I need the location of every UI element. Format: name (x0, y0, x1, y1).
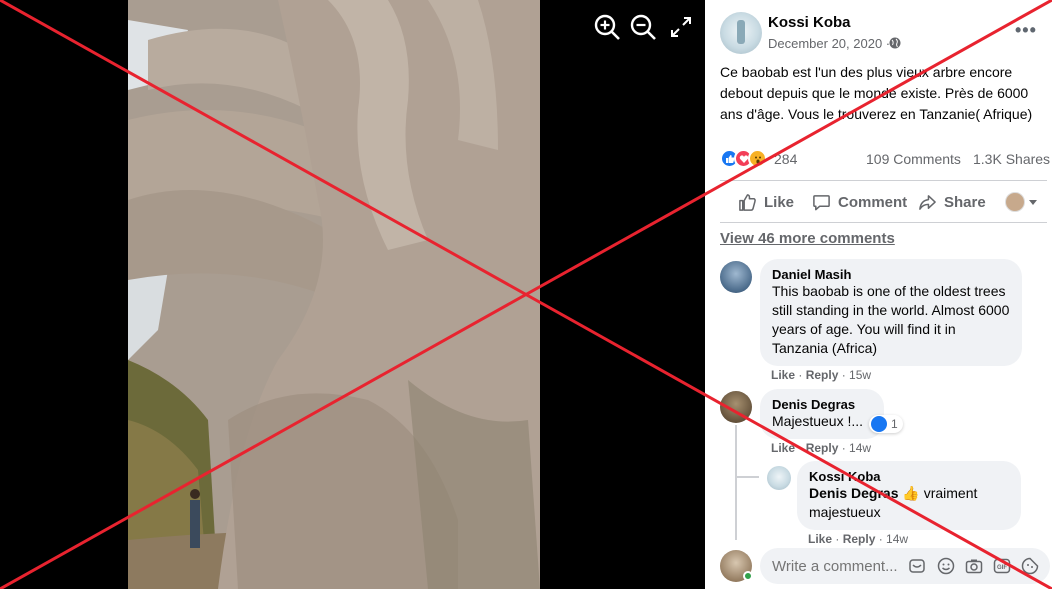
svg-text:GIF: GIF (997, 565, 1007, 571)
thumbs-up-emoji-icon: 👍 (902, 485, 920, 501)
mention-link[interactable]: Denis Degras (809, 485, 898, 501)
comment-bubble: Denis Degras Majestueux !... (760, 389, 884, 439)
post-panel: Kossi Koba December 20, 2020 · ••• Ce ba… (705, 0, 1052, 589)
commenter-avatar[interactable] (720, 391, 752, 423)
comment-like-link[interactable]: Like (771, 368, 795, 382)
like-reaction-icon (871, 416, 887, 432)
zoom-out-icon[interactable] (628, 12, 658, 42)
reaction-summary[interactable]: 284 (720, 149, 797, 168)
viewer-avatar (1005, 192, 1025, 212)
comment-time[interactable]: 14w (849, 441, 871, 455)
divider (720, 222, 1047, 223)
comments-count-link[interactable]: 109 Comments (866, 151, 961, 167)
chevron-down-icon (1029, 199, 1037, 205)
comment-input[interactable] (760, 548, 910, 584)
commenter-name[interactable]: Denis Degras (772, 397, 872, 412)
comment-composer: GIF (760, 548, 1050, 584)
thread-line (735, 476, 759, 478)
comment-time[interactable]: 15w (849, 368, 871, 382)
comment-button[interactable]: Comment (812, 190, 907, 214)
gif-icon[interactable]: GIF (993, 557, 1011, 575)
comment-button-label: Comment (838, 193, 908, 211)
camera-icon[interactable] (965, 557, 983, 575)
baobab-photo[interactable] (128, 0, 540, 589)
divider (720, 180, 1047, 181)
online-status-dot (743, 571, 753, 581)
like-button[interactable]: Like (738, 190, 794, 214)
view-more-comments-link[interactable]: View 46 more comments (720, 230, 895, 247)
comment-text: This baobab is one of the oldest trees s… (772, 283, 1010, 356)
reply-text: Denis Degras 👍 vraiment majestueux (809, 484, 1009, 522)
post-author-name[interactable]: Kossi Koba (768, 14, 851, 31)
post-date[interactable]: December 20, 2020 · (768, 36, 890, 51)
reply-author-name[interactable]: Kossi Koba (809, 469, 1009, 484)
share-button[interactable]: Share (918, 190, 986, 214)
reply-author-avatar[interactable] (767, 466, 791, 490)
emoji-icon[interactable] (937, 557, 955, 575)
wow-reaction-icon (748, 149, 767, 168)
reply-like-link[interactable]: Like (808, 532, 832, 546)
comment-actions: Like · Reply · 15w (771, 368, 872, 382)
comment-like-link[interactable]: Like (771, 441, 795, 455)
photo-viewer (0, 0, 705, 589)
more-options-icon[interactable]: ••• (1015, 20, 1037, 41)
sticker-icon[interactable] (908, 557, 926, 575)
reaction-count: 284 (774, 150, 798, 167)
comment-icon (813, 194, 830, 210)
globe-icon (889, 37, 901, 49)
zoom-in-icon[interactable] (592, 12, 622, 42)
comment-reaction-count: 1 (891, 417, 898, 431)
post-text: Ce baobab est l'un des plus vieux arbre … (720, 64, 1033, 122)
thumbs-up-icon (739, 193, 756, 211)
sticker-face-icon[interactable] (1021, 557, 1039, 575)
reply-bubble: Kossi Koba Denis Degras 👍 vraiment majes… (797, 461, 1021, 530)
like-button-label: Like (764, 193, 795, 211)
shares-count-link[interactable]: 1.3K Shares (973, 151, 1050, 167)
reaction-audience-selector[interactable] (1005, 192, 1037, 212)
reply-reply-link[interactable]: Reply (843, 532, 876, 546)
comment-bubble: Daniel Masih This baobab is one of the o… (760, 259, 1022, 366)
share-icon (919, 194, 936, 210)
share-button-label: Share (944, 193, 986, 211)
comment-text: Majestueux !... (772, 413, 864, 429)
thread-line (735, 425, 737, 540)
commenter-avatar[interactable] (720, 261, 752, 293)
reply-actions: Like · Reply · 14w (808, 532, 909, 546)
reply-time[interactable]: 14w (886, 532, 908, 546)
post-author-avatar[interactable] (720, 12, 762, 54)
comment-actions: Like · Reply · 14w (771, 441, 872, 455)
commenter-name[interactable]: Daniel Masih (772, 267, 1010, 282)
comment-reply-link[interactable]: Reply (806, 441, 839, 455)
comment-reaction-badge[interactable]: 1 (869, 415, 903, 433)
fullscreen-icon[interactable] (666, 12, 696, 42)
baobab-tree-illustration (128, 0, 540, 589)
comment-reply-link[interactable]: Reply (806, 368, 839, 382)
